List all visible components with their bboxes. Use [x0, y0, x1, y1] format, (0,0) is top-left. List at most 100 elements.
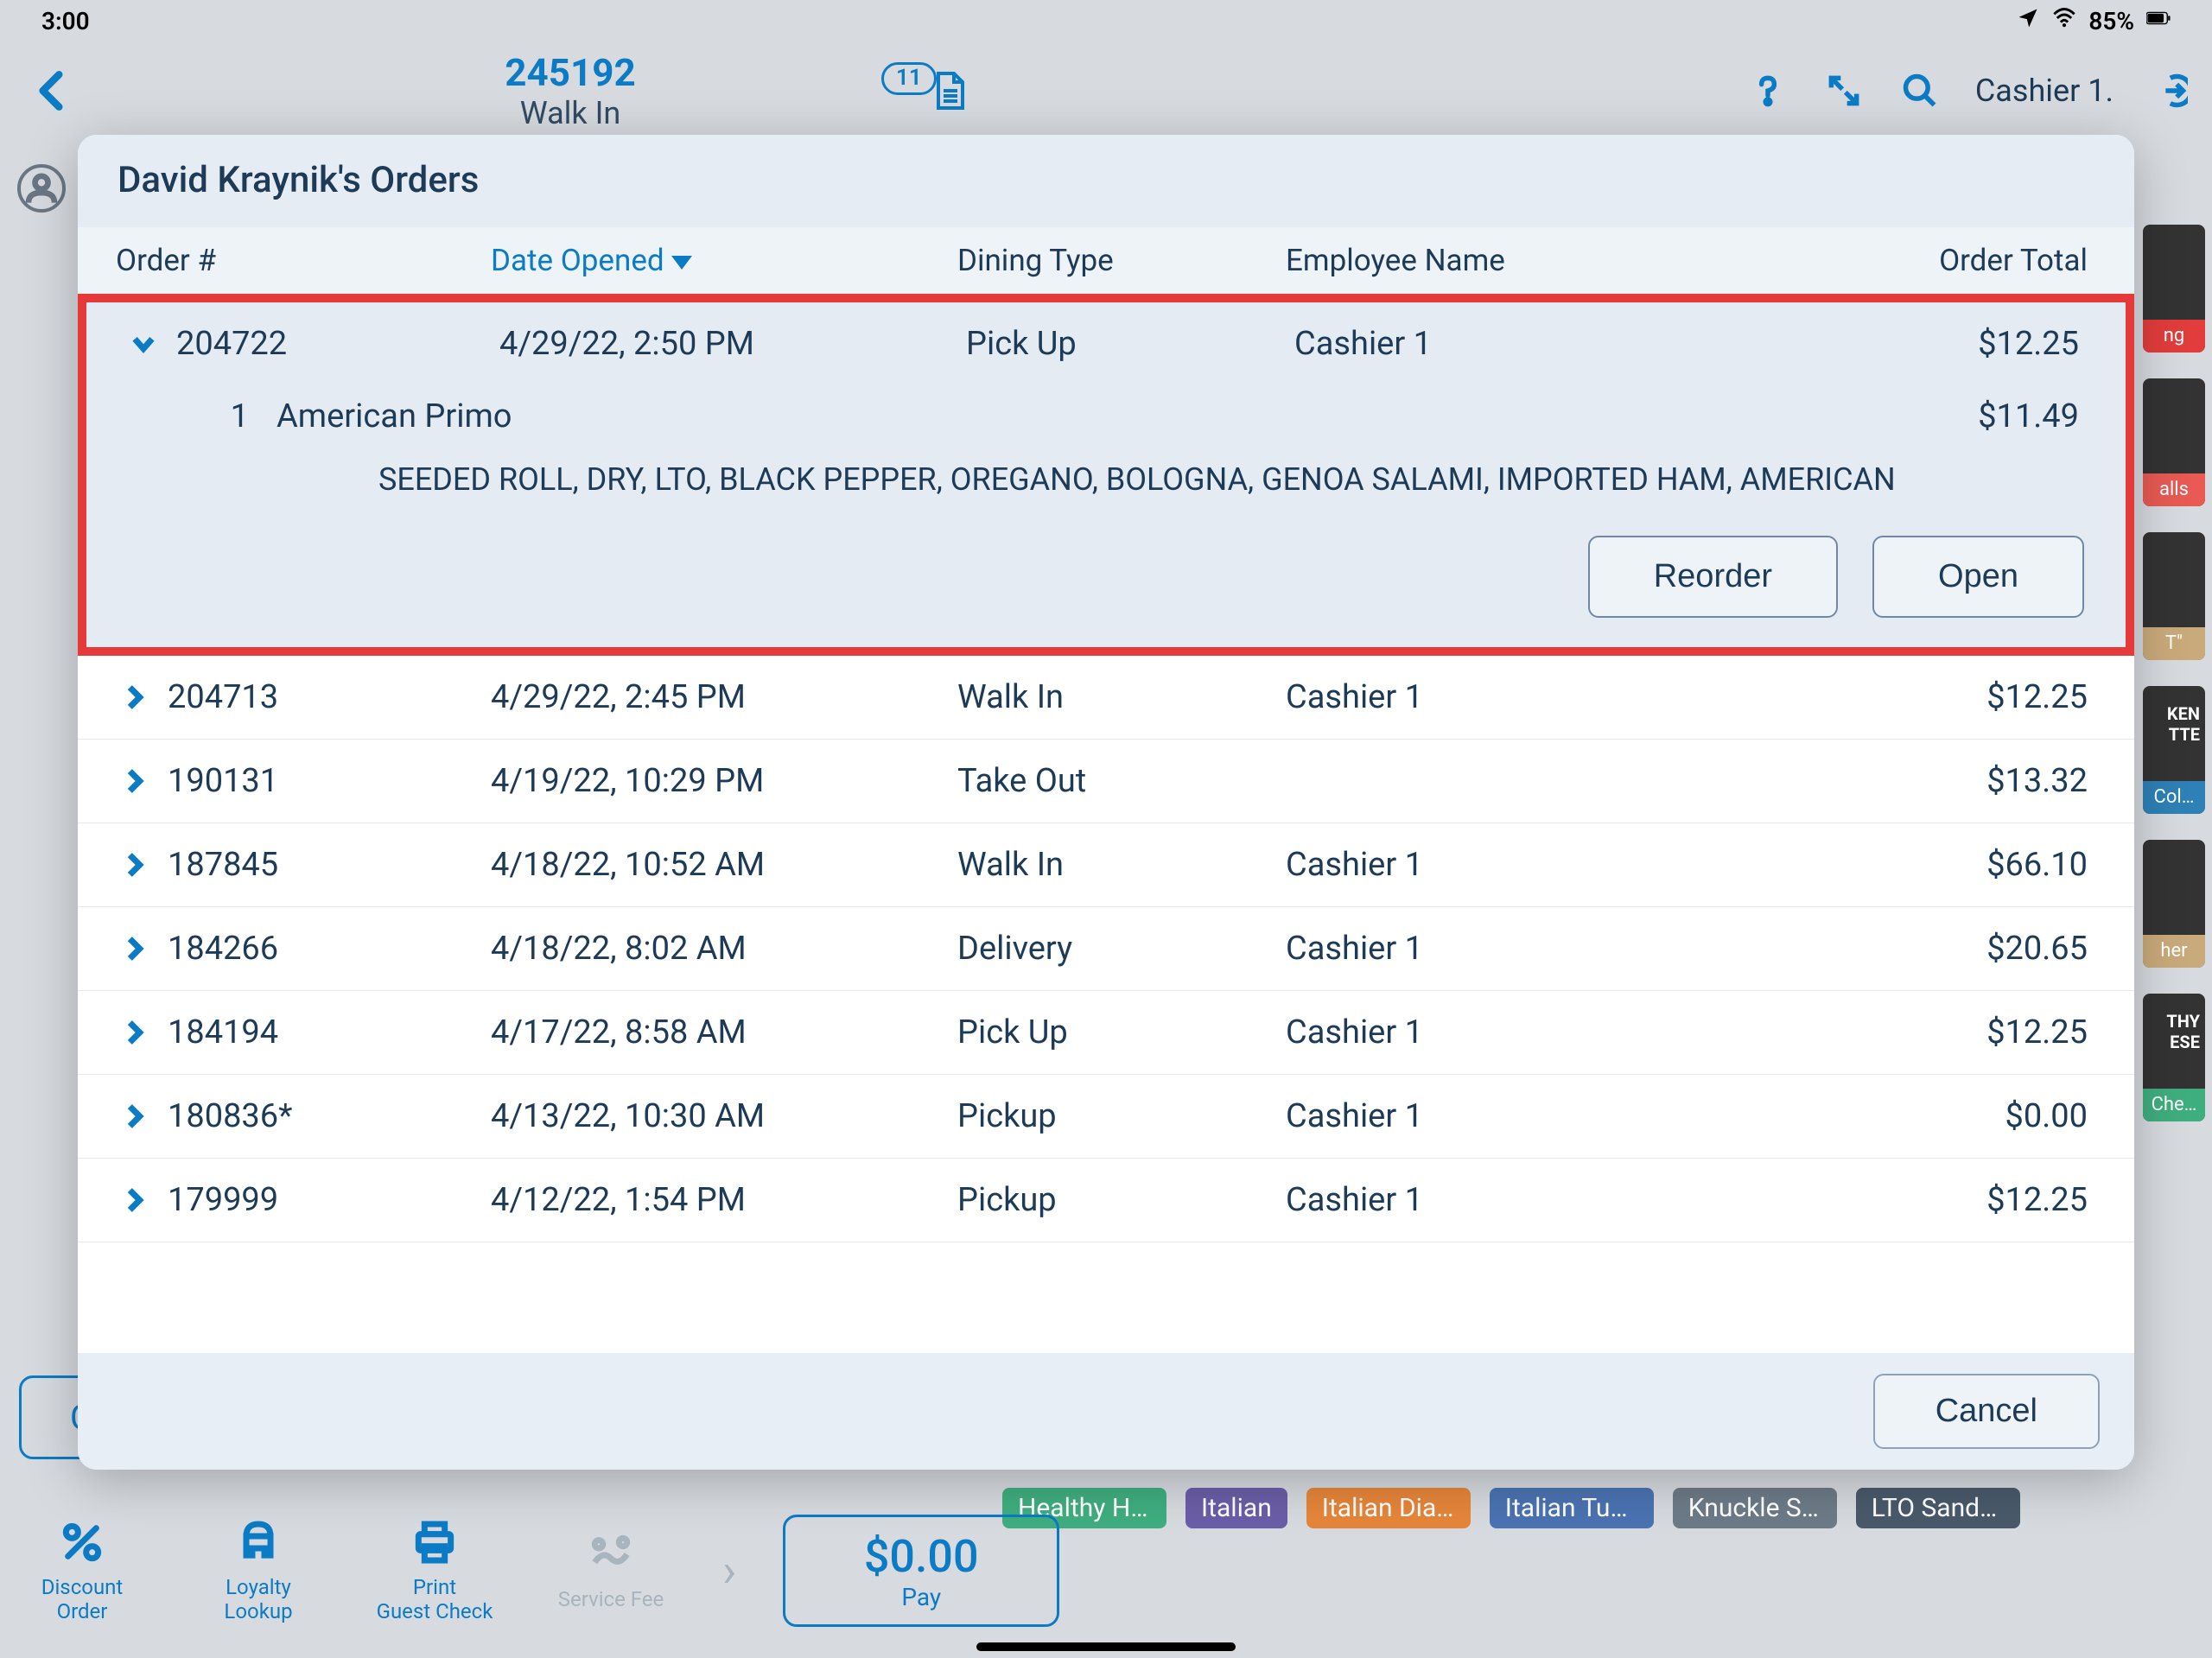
- customer-avatar[interactable]: [17, 164, 66, 213]
- pay-label: Pay: [901, 1583, 941, 1611]
- tile-text: THY ESE: [2166, 1011, 2200, 1052]
- item-name: American Primo: [276, 397, 1978, 435]
- total-cell: $12.25: [1770, 678, 2100, 716]
- employee-cell: Cashier 1: [1286, 1181, 1770, 1219]
- print-guest-check-button[interactable]: Print Guest Check: [370, 1518, 499, 1623]
- discount-label: Discount Order: [41, 1575, 124, 1623]
- menu-tile[interactable]: ng: [2143, 225, 2205, 353]
- help-icon[interactable]: [1747, 70, 1789, 111]
- chevron-right-icon[interactable]: [102, 1185, 168, 1215]
- order-row[interactable]: 1841944/17/22, 8:58 AMPick UpCashier 1$1…: [78, 991, 2134, 1075]
- chevron-right-icon[interactable]: [102, 1018, 168, 1047]
- total-cell: $12.25: [1770, 1181, 2100, 1219]
- search-icon[interactable]: [1899, 70, 1941, 111]
- column-employee-name[interactable]: Employee Name: [1286, 243, 1770, 278]
- order-row[interactable]: 1799994/12/22, 1:54 PMPickupCashier 1$12…: [78, 1159, 2134, 1242]
- sort-desc-icon: [671, 256, 692, 270]
- header-center: 245192 Walk In: [484, 50, 657, 131]
- modal-title: David Kraynik's Orders: [78, 135, 2134, 227]
- order-row[interactable]: 180836*4/13/22, 10:30 AMPickupCashier 1$…: [78, 1075, 2134, 1159]
- date-cell: 4/19/22, 10:29 PM: [491, 762, 957, 800]
- order-row[interactable]: 1878454/18/22, 10:52 AMWalk InCashier 1$…: [78, 823, 2134, 907]
- customer-orders-modal: David Kraynik's Orders Order # Date Open…: [78, 135, 2134, 1470]
- chevron-right-icon[interactable]: [102, 683, 168, 712]
- employee-cell: Cashier 1: [1286, 1097, 1770, 1135]
- chevron-right-icon[interactable]: [102, 1102, 168, 1131]
- date-cell: 4/12/22, 1:54 PM: [491, 1181, 957, 1219]
- header-right: Cashier 1.: [1747, 70, 2190, 111]
- order-number-cell: 184266: [168, 930, 491, 968]
- dining-cell: Pickup: [957, 1097, 1286, 1135]
- order-number-cell: 190131: [168, 762, 491, 800]
- battery-icon: [2146, 6, 2171, 36]
- item-qty: 1: [211, 397, 276, 435]
- chevron-right-icon[interactable]: [102, 934, 168, 963]
- exit-icon[interactable]: [2148, 70, 2190, 111]
- menu-tile[interactable]: her: [2143, 840, 2205, 968]
- tile-text: KEN TTE: [2167, 703, 2200, 745]
- employee-cell: Cashier 1: [1286, 678, 1770, 716]
- bottom-toolbar: Discount Order Loyalty Lookup Print Gues…: [17, 1506, 2195, 1636]
- menu-tile[interactable]: alls: [2143, 378, 2205, 506]
- service-fee-button[interactable]: Service Fee: [546, 1530, 676, 1611]
- dining-cell: Delivery: [957, 930, 1286, 968]
- chevron-right-icon[interactable]: ›: [722, 1544, 736, 1598]
- order-action-buttons: Reorder Open: [111, 536, 2091, 618]
- menu-tile[interactable]: T": [2143, 532, 2205, 660]
- item-modifiers: SEEDED ROLL, DRY, LTO, BLACK PEPPER, ORE…: [111, 441, 2091, 498]
- pay-button[interactable]: $0.00 Pay: [783, 1515, 1059, 1627]
- tile-caption: alls: [2143, 473, 2205, 506]
- cashier-label: Cashier 1.: [1975, 73, 2113, 109]
- chevron-right-icon[interactable]: [102, 766, 168, 796]
- chevron-right-icon[interactable]: [102, 850, 168, 880]
- discount-order-button[interactable]: Discount Order: [17, 1518, 147, 1623]
- menu-tile[interactable]: THY ESE Che…: [2143, 994, 2205, 1121]
- total-cell: $20.65: [1770, 930, 2100, 968]
- order-row-expanded[interactable]: 204722 4/29/22, 2:50 PM Pick Up Cashier …: [86, 302, 2126, 385]
- order-row[interactable]: 1842664/18/22, 8:02 AMDeliveryCashier 1$…: [78, 907, 2134, 991]
- column-dining-type[interactable]: Dining Type: [957, 243, 1286, 278]
- service-fee-label: Service Fee: [558, 1587, 664, 1611]
- documents-badge[interactable]: 11: [873, 70, 969, 111]
- order-number-cell: 179999: [168, 1181, 491, 1219]
- status-bar: 3:00 85%: [0, 0, 2212, 41]
- order-number: 245192: [484, 50, 657, 95]
- tile-caption: Che…: [2143, 1089, 2205, 1121]
- open-order-button[interactable]: Open: [1872, 536, 2084, 618]
- dining-cell: Walk In: [957, 846, 1286, 884]
- date-cell: 4/18/22, 10:52 AM: [491, 846, 957, 884]
- date-cell: 4/29/22, 2:50 PM: [499, 325, 966, 363]
- dining-cell: Pick Up: [966, 325, 1294, 363]
- total-cell: $0.00: [1770, 1097, 2100, 1135]
- wifi-icon: [2052, 6, 2076, 36]
- date-opened-label: Date Opened: [491, 243, 664, 278]
- column-order-total[interactable]: Order Total: [1770, 243, 2100, 278]
- total-cell: $12.25: [1770, 1013, 2100, 1051]
- dining-cell: Pickup: [957, 1181, 1286, 1219]
- home-indicator: [976, 1642, 1236, 1651]
- employee-cell: Cashier 1: [1294, 325, 1778, 363]
- menu-tile[interactable]: KEN TTECol…: [2143, 686, 2205, 814]
- battery-percent: 85%: [2088, 7, 2134, 35]
- chevron-down-icon[interactable]: [111, 329, 176, 359]
- cancel-button[interactable]: Cancel: [1873, 1374, 2100, 1449]
- column-date-opened[interactable]: Date Opened: [491, 243, 957, 278]
- location-icon: [2016, 6, 2040, 36]
- doc-count: 11: [881, 62, 937, 95]
- column-headers: Order # Date Opened Dining Type Employee…: [78, 227, 2134, 294]
- order-number-cell: 184194: [168, 1013, 491, 1051]
- order-number-cell: 204722: [176, 325, 499, 363]
- order-row[interactable]: 2047134/29/22, 2:45 PMWalk InCashier 1$1…: [78, 656, 2134, 740]
- order-row[interactable]: 1901314/19/22, 10:29 PMTake Out$13.32: [78, 740, 2134, 823]
- expand-icon[interactable]: [1823, 70, 1865, 111]
- tile-caption: T": [2143, 627, 2205, 660]
- orders-list[interactable]: 204722 4/29/22, 2:50 PM Pick Up Cashier …: [78, 294, 2134, 1353]
- reorder-button[interactable]: Reorder: [1588, 536, 1838, 618]
- loyalty-lookup-button[interactable]: Loyalty Lookup: [194, 1518, 323, 1623]
- column-order-number[interactable]: Order #: [102, 243, 491, 278]
- pay-amount: $0.00: [864, 1530, 979, 1583]
- app-header: 245192 Walk In 11 Cashier 1.: [0, 43, 2212, 138]
- item-price: $11.49: [1978, 397, 2091, 435]
- employee-cell: Cashier 1: [1286, 930, 1770, 968]
- back-button[interactable]: [26, 65, 78, 117]
